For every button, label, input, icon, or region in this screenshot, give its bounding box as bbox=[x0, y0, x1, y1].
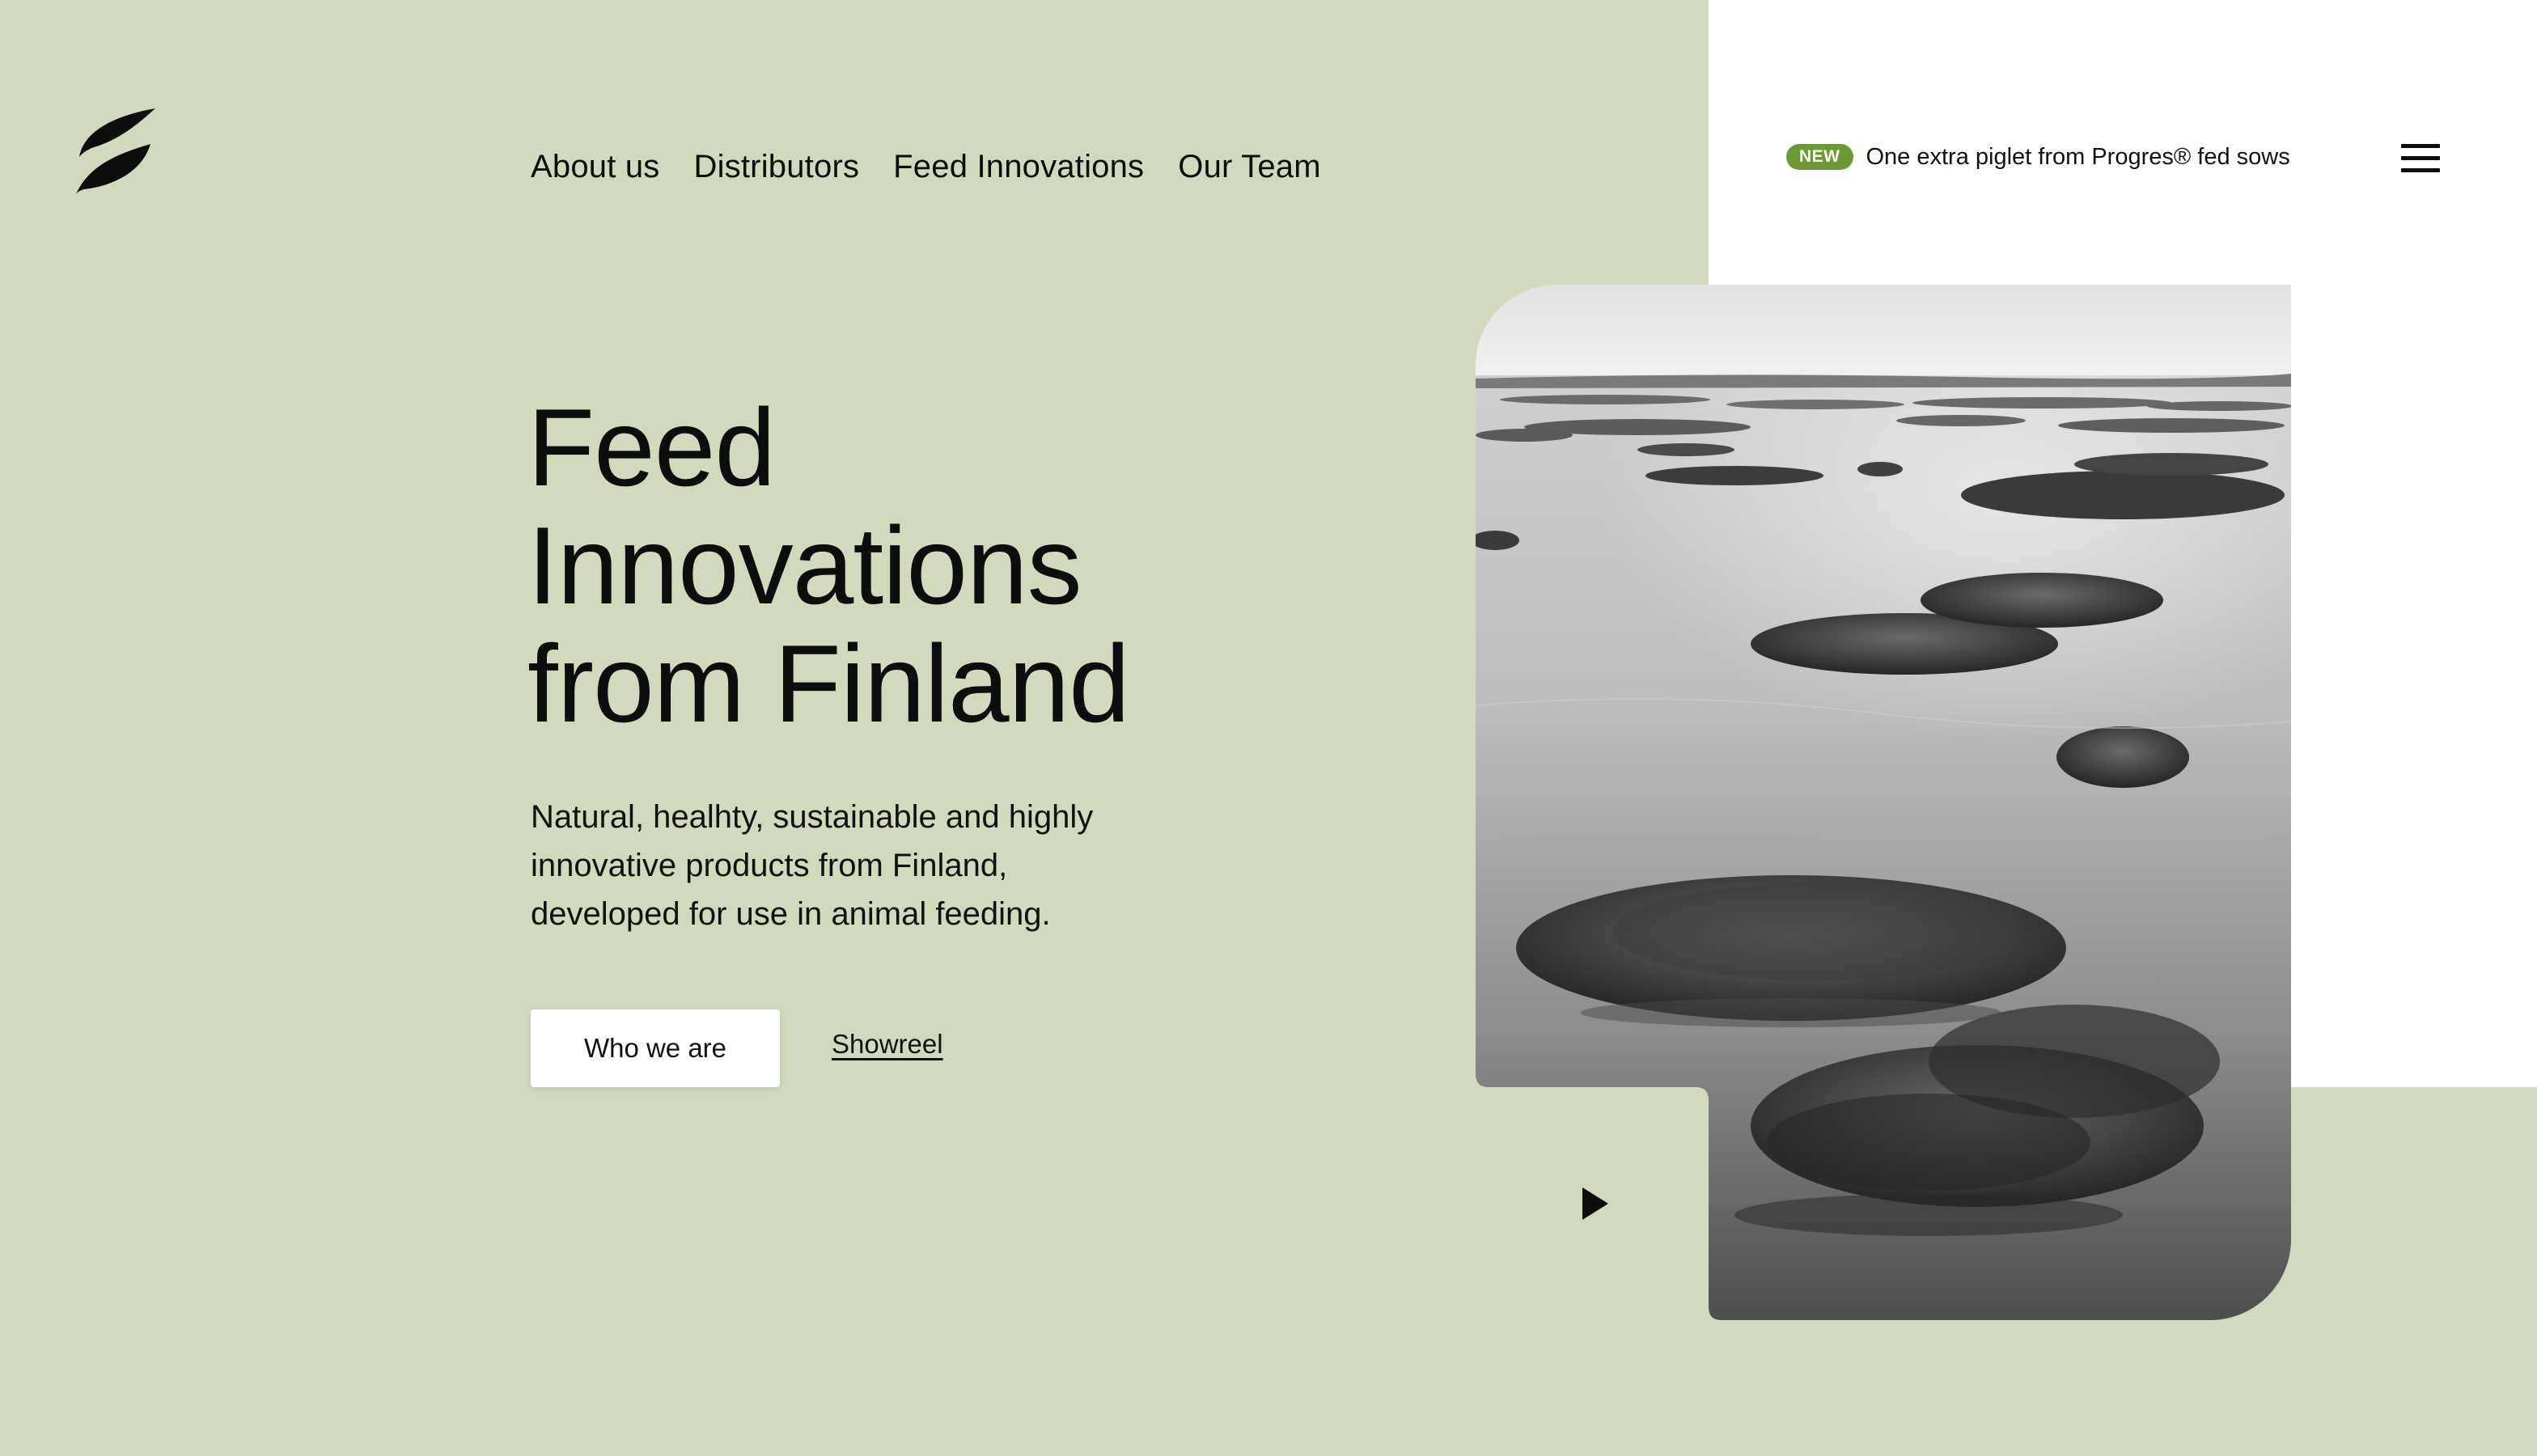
new-badge: NEW bbox=[1786, 144, 1853, 170]
finnish-lake-islands-photo bbox=[1476, 285, 2291, 1320]
hero-headline: Feed Innovations from Finland bbox=[527, 388, 1256, 743]
main-navigation: About us Distributors Feed Innovations O… bbox=[531, 142, 1321, 191]
who-we-are-button[interactable]: Who we are bbox=[531, 1009, 780, 1087]
announcement-link[interactable]: NEW One extra piglet from Progres® fed s… bbox=[1786, 142, 2290, 171]
nav-link-feed-innovations[interactable]: Feed Innovations bbox=[893, 149, 1144, 185]
nav-link-about-us[interactable]: About us bbox=[531, 149, 660, 185]
headline-line-1: Feed bbox=[527, 386, 776, 509]
description-line-2: innovative products from Finland, bbox=[531, 848, 1008, 883]
hero-description: Natural, healhty, sustainable and highly… bbox=[531, 793, 1146, 938]
play-icon[interactable] bbox=[1573, 1184, 1618, 1223]
headline-line-3: from Finland bbox=[527, 622, 1130, 745]
nav-link-distributors[interactable]: Distributors bbox=[694, 149, 860, 185]
headline-line-2: Innovations bbox=[527, 504, 1082, 627]
description-line-1: Natural, healhty, sustainable and highly bbox=[531, 799, 1094, 835]
leaf-logo-icon[interactable] bbox=[76, 107, 157, 194]
description-line-3: developed for use in animal feeding. bbox=[531, 896, 1051, 932]
hamburger-menu-icon[interactable] bbox=[2398, 141, 2443, 176]
announcement-text[interactable]: One extra piglet from Progres® fed sows bbox=[1866, 144, 2290, 171]
nav-link-our-team[interactable]: Our Team bbox=[1178, 149, 1320, 185]
showreel-link[interactable]: Showreel bbox=[832, 1029, 943, 1060]
